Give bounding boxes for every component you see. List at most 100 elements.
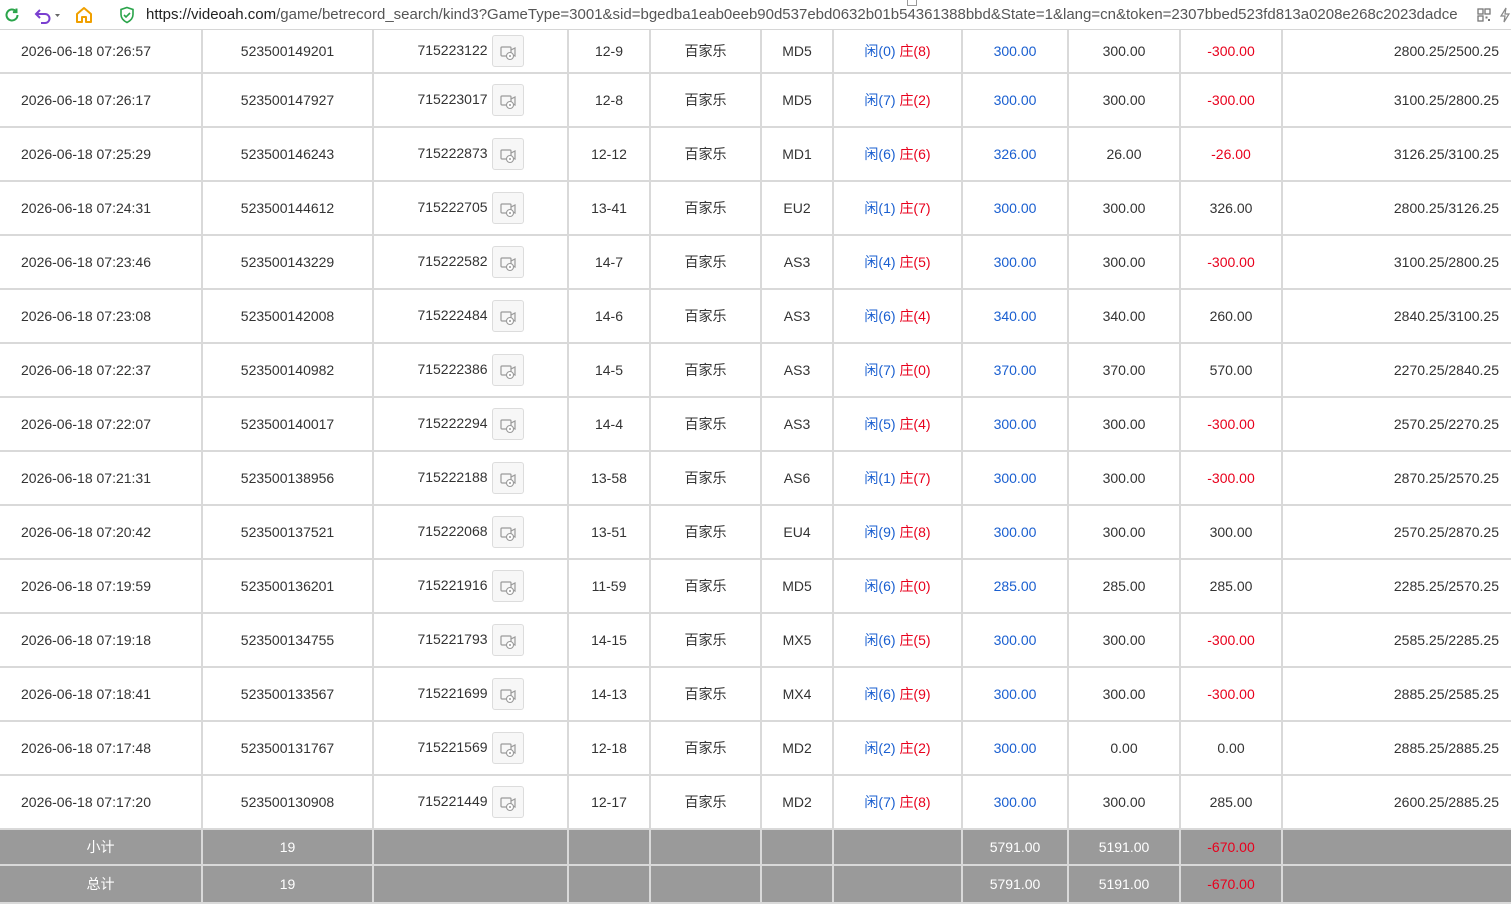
table-code: AS6 [761,451,834,506]
table-row: 2026-06-18 07:26:57 523500149201 715223122… [0,30,1511,74]
result-cell: 闲(6) 庄(5) [833,613,963,668]
game-type: 百家乐 [650,559,762,614]
bet-amount[interactable]: 300.00 [962,235,1069,290]
valid-bet: 300.00 [1068,235,1181,290]
bet-time: 2026-06-18 07:21:31 [0,451,203,506]
bet-time: 2026-06-18 07:24:31 [0,181,203,236]
video-icon [493,362,523,380]
banker-result: 庄(7) [899,200,931,216]
round-id: 715222484 [417,306,488,323]
balance: 2285.25/2570.25 [1282,559,1511,614]
round-id: 715221793 [417,630,488,647]
game-type: 百家乐 [650,127,762,182]
video-replay-button[interactable] [491,84,524,116]
total-row: 总计 19 5791.00 5191.00 -670.00 [0,865,1511,904]
shoe-hand: 12-17 [568,775,651,830]
player-result: 闲(5) [864,416,896,432]
bet-amount[interactable]: 326.00 [962,127,1069,182]
video-icon [493,416,523,434]
win-loss: -300.00 [1180,30,1283,74]
bet-time: 2026-06-18 07:25:29 [0,127,203,182]
balance: 2570.25/2870.25 [1282,505,1511,560]
win-loss: -300.00 [1180,73,1283,128]
shoe-hand: 12-12 [568,127,651,182]
video-replay-button[interactable] [491,408,524,440]
player-result: 闲(6) [864,308,896,324]
table-row: 2026-06-18 07:22:37 523500140982 715222386… [0,343,1511,398]
bet-amount[interactable]: 300.00 [962,505,1069,560]
video-replay-button[interactable] [491,300,524,332]
refresh-icon[interactable] [2,1,22,29]
table-row: 2026-06-18 07:23:46 523500143229 715222582… [0,235,1511,290]
address-bar[interactable]: https://videoah.com/game/betrecord_searc… [146,0,1471,30]
records-body: 2026-06-18 07:26:57 523500149201 715223122… [0,30,1511,830]
video-replay-button[interactable] [491,570,524,602]
bet-id: 523500146243 [202,127,374,182]
bet-time: 2026-06-18 07:17:48 [0,721,203,776]
bet-time: 2026-06-18 07:26:57 [0,30,203,74]
bet-amount[interactable]: 300.00 [962,613,1069,668]
undo-icon[interactable] [32,1,62,29]
bet-amount[interactable]: 300.00 [962,181,1069,236]
video-replay-button[interactable] [491,516,524,548]
result-cell: 闲(4) 庄(5) [833,235,963,290]
balance: 2870.25/2570.25 [1282,451,1511,506]
banker-result: 庄(5) [899,254,931,270]
video-icon [493,740,523,758]
banker-result: 庄(8) [899,43,931,59]
video-replay-button[interactable] [491,192,524,224]
game-type: 百家乐 [650,397,762,452]
subtotal-count: 19 [202,829,374,866]
game-type: 百家乐 [650,613,762,668]
bet-amount[interactable]: 300.00 [962,721,1069,776]
banker-result: 庄(4) [899,308,931,324]
shoe-hand: 14-13 [568,667,651,722]
round-id: 715222705 [417,198,488,215]
shield-icon[interactable] [118,1,136,29]
total-valid: 5191.00 [1068,865,1181,904]
bet-amount[interactable]: 300.00 [962,30,1069,74]
balance: 3100.25/2800.25 [1282,235,1511,290]
bet-id: 523500130908 [202,775,374,830]
video-replay-button[interactable] [491,354,524,386]
bet-amount[interactable]: 300.00 [962,775,1069,830]
bet-amount[interactable]: 340.00 [962,289,1069,344]
video-replay-button[interactable] [491,138,524,170]
table-code: MD2 [761,721,834,776]
result-cell: 闲(6) 庄(9) [833,667,963,722]
player-result: 闲(7) [864,92,896,108]
lightning-icon[interactable] [1498,1,1511,29]
game-type: 百家乐 [650,343,762,398]
qr-code-icon[interactable] [1476,1,1492,29]
video-replay-button[interactable] [491,624,524,656]
balance: 2885.25/2885.25 [1282,721,1511,776]
bet-id: 523500144612 [202,181,374,236]
shoe-hand: 12-8 [568,73,651,128]
bet-id: 523500134755 [202,613,374,668]
bet-amount[interactable]: 300.00 [962,667,1069,722]
bet-amount[interactable]: 285.00 [962,559,1069,614]
round-cell: 715222873 [373,127,569,182]
result-cell: 闲(7) 庄(8) [833,775,963,830]
video-replay-button[interactable] [491,732,524,764]
win-loss: 0.00 [1180,721,1283,776]
bet-amount[interactable]: 300.00 [962,451,1069,506]
valid-bet: 340.00 [1068,289,1181,344]
video-replay-button[interactable] [491,35,524,67]
valid-bet: 300.00 [1068,505,1181,560]
player-result: 闲(9) [864,524,896,540]
url-scheme: https:// [146,6,192,23]
bet-amount[interactable]: 300.00 [962,397,1069,452]
video-replay-button[interactable] [491,246,524,278]
video-replay-button[interactable] [491,786,524,818]
win-loss: 570.00 [1180,343,1283,398]
video-replay-button[interactable] [491,678,524,710]
bet-amount[interactable]: 300.00 [962,73,1069,128]
bet-amount[interactable]: 370.00 [962,343,1069,398]
video-replay-button[interactable] [491,462,524,494]
result-cell: 闲(1) 庄(7) [833,451,963,506]
balance: 2800.25/2500.25 [1282,30,1511,74]
home-icon[interactable] [74,1,94,29]
video-icon [493,470,523,488]
video-icon [493,92,523,110]
